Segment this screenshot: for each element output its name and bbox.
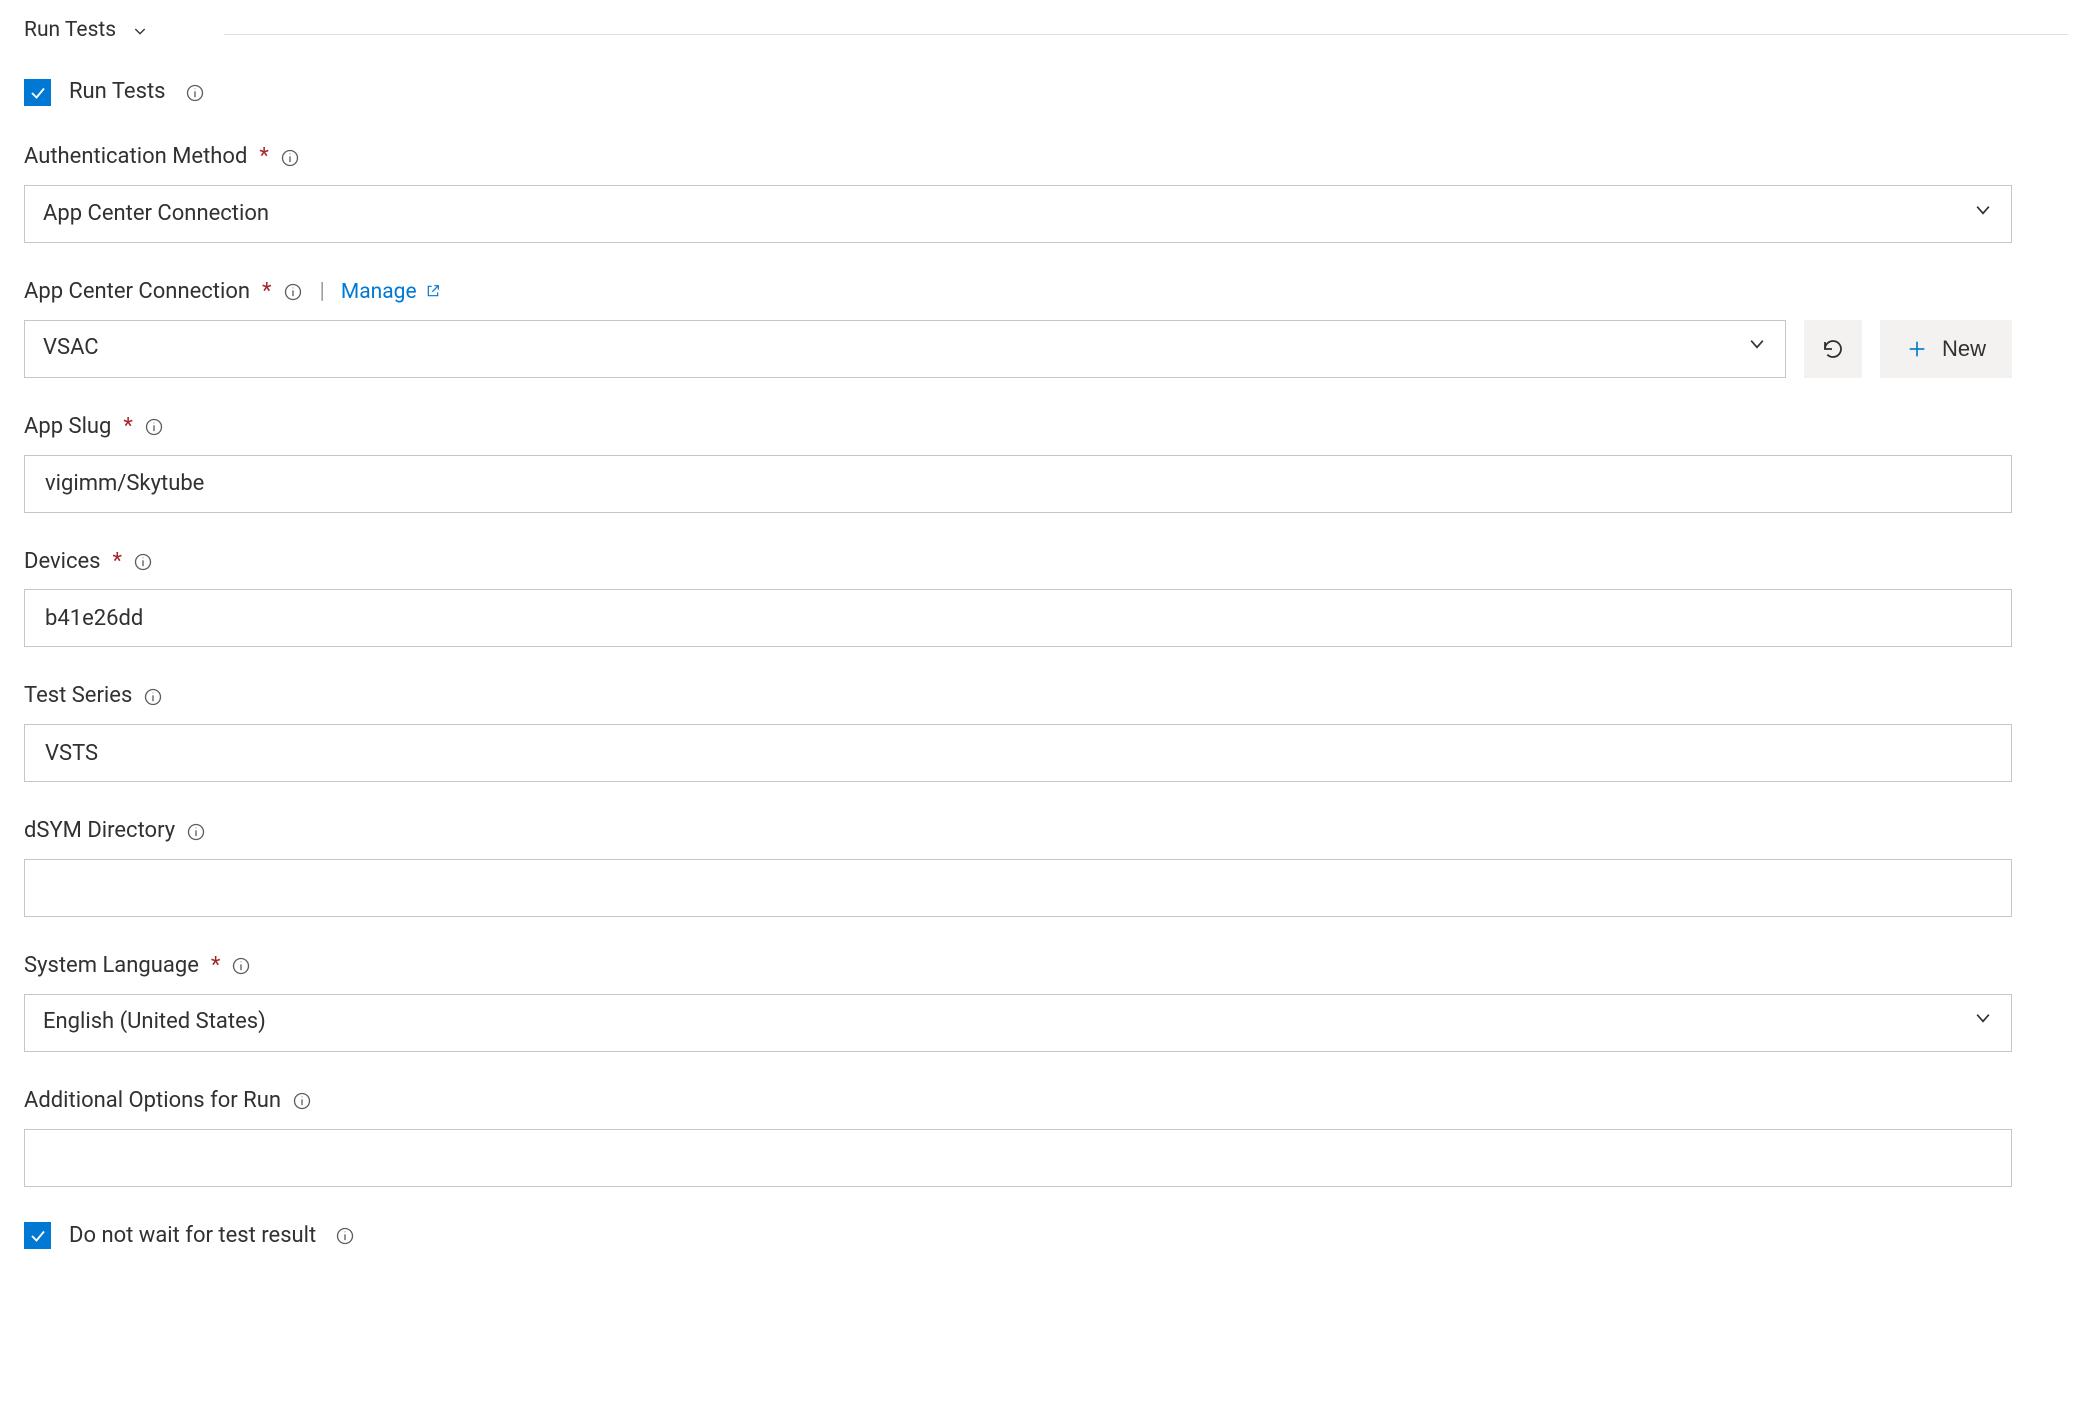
section-header[interactable]: Run Tests bbox=[24, 12, 2068, 55]
app-slug-input-wrapper bbox=[24, 455, 2012, 513]
field-devices: Devices * bbox=[24, 547, 2012, 648]
info-icon[interactable] bbox=[279, 147, 301, 169]
external-link-icon bbox=[425, 283, 443, 301]
dsym-directory-input[interactable] bbox=[43, 859, 1993, 917]
system-language-value: English (United States) bbox=[43, 1007, 1961, 1038]
dsym-directory-label: dSYM Directory bbox=[24, 816, 175, 847]
app-center-connection-label: App Center Connection bbox=[24, 277, 250, 308]
field-system-language: System Language * English (United States… bbox=[24, 951, 2012, 1052]
info-icon[interactable] bbox=[185, 821, 207, 843]
info-icon[interactable] bbox=[282, 281, 304, 303]
section-title: Run Tests bbox=[24, 16, 116, 45]
field-test-series: Test Series bbox=[24, 681, 2012, 782]
manage-link[interactable]: Manage bbox=[341, 278, 443, 307]
required-marker: * bbox=[262, 277, 271, 308]
required-marker: * bbox=[259, 142, 268, 173]
chevron-up-icon bbox=[130, 21, 150, 41]
refresh-button[interactable] bbox=[1804, 320, 1862, 378]
required-marker: * bbox=[123, 412, 132, 443]
chevron-down-icon bbox=[1973, 199, 1993, 230]
new-connection-label: New bbox=[1942, 336, 1986, 362]
devices-label: Devices bbox=[24, 547, 101, 578]
new-connection-button[interactable]: New bbox=[1880, 320, 2012, 378]
devices-input[interactable] bbox=[43, 589, 1993, 647]
required-marker: * bbox=[113, 547, 122, 578]
app-center-connection-select[interactable]: VSAC bbox=[24, 320, 1786, 378]
test-series-label: Test Series bbox=[24, 681, 132, 712]
run-tests-label: Run Tests bbox=[69, 77, 166, 108]
dsym-directory-input-wrapper bbox=[24, 859, 2012, 917]
field-authentication-method: Authentication Method * App Center Conne… bbox=[24, 142, 2012, 243]
system-language-label: System Language bbox=[24, 951, 199, 982]
do-not-wait-checkbox[interactable] bbox=[24, 1222, 51, 1249]
test-series-input[interactable] bbox=[43, 724, 1993, 782]
run-tests-checkbox[interactable] bbox=[24, 79, 51, 106]
info-icon[interactable] bbox=[143, 416, 165, 438]
label-separator: | bbox=[320, 277, 325, 308]
auth-method-value: App Center Connection bbox=[43, 199, 1961, 230]
field-app-center-connection: App Center Connection * | Manage VSAC Ne bbox=[24, 277, 2012, 378]
auth-method-label: Authentication Method bbox=[24, 142, 247, 173]
field-additional-options: Additional Options for Run bbox=[24, 1086, 2012, 1187]
additional-options-label: Additional Options for Run bbox=[24, 1086, 281, 1117]
additional-options-input-wrapper bbox=[24, 1129, 2012, 1187]
devices-input-wrapper bbox=[24, 589, 2012, 647]
app-slug-input[interactable] bbox=[43, 455, 1993, 513]
chevron-down-icon bbox=[1973, 1007, 1993, 1038]
manage-link-label: Manage bbox=[341, 278, 417, 307]
info-icon[interactable] bbox=[132, 551, 154, 573]
info-icon[interactable] bbox=[142, 686, 164, 708]
plus-icon bbox=[1906, 338, 1928, 360]
app-center-connection-value: VSAC bbox=[43, 333, 1735, 364]
section-divider bbox=[224, 34, 2068, 35]
info-icon[interactable] bbox=[230, 955, 252, 977]
field-dsym-directory: dSYM Directory bbox=[24, 816, 2012, 917]
additional-options-input[interactable] bbox=[43, 1129, 1993, 1187]
auth-method-select[interactable]: App Center Connection bbox=[24, 185, 2012, 243]
app-slug-label: App Slug bbox=[24, 412, 111, 443]
required-marker: * bbox=[211, 951, 220, 982]
test-series-input-wrapper bbox=[24, 724, 2012, 782]
run-tests-checkbox-row: Run Tests bbox=[24, 77, 2068, 108]
info-icon[interactable] bbox=[334, 1225, 356, 1247]
chevron-down-icon bbox=[1747, 333, 1767, 364]
do-not-wait-label: Do not wait for test result bbox=[69, 1221, 316, 1252]
do-not-wait-row: Do not wait for test result bbox=[24, 1221, 2068, 1252]
info-icon[interactable] bbox=[184, 82, 206, 104]
system-language-select[interactable]: English (United States) bbox=[24, 994, 2012, 1052]
field-app-slug: App Slug * bbox=[24, 412, 2012, 513]
info-icon[interactable] bbox=[291, 1090, 313, 1112]
